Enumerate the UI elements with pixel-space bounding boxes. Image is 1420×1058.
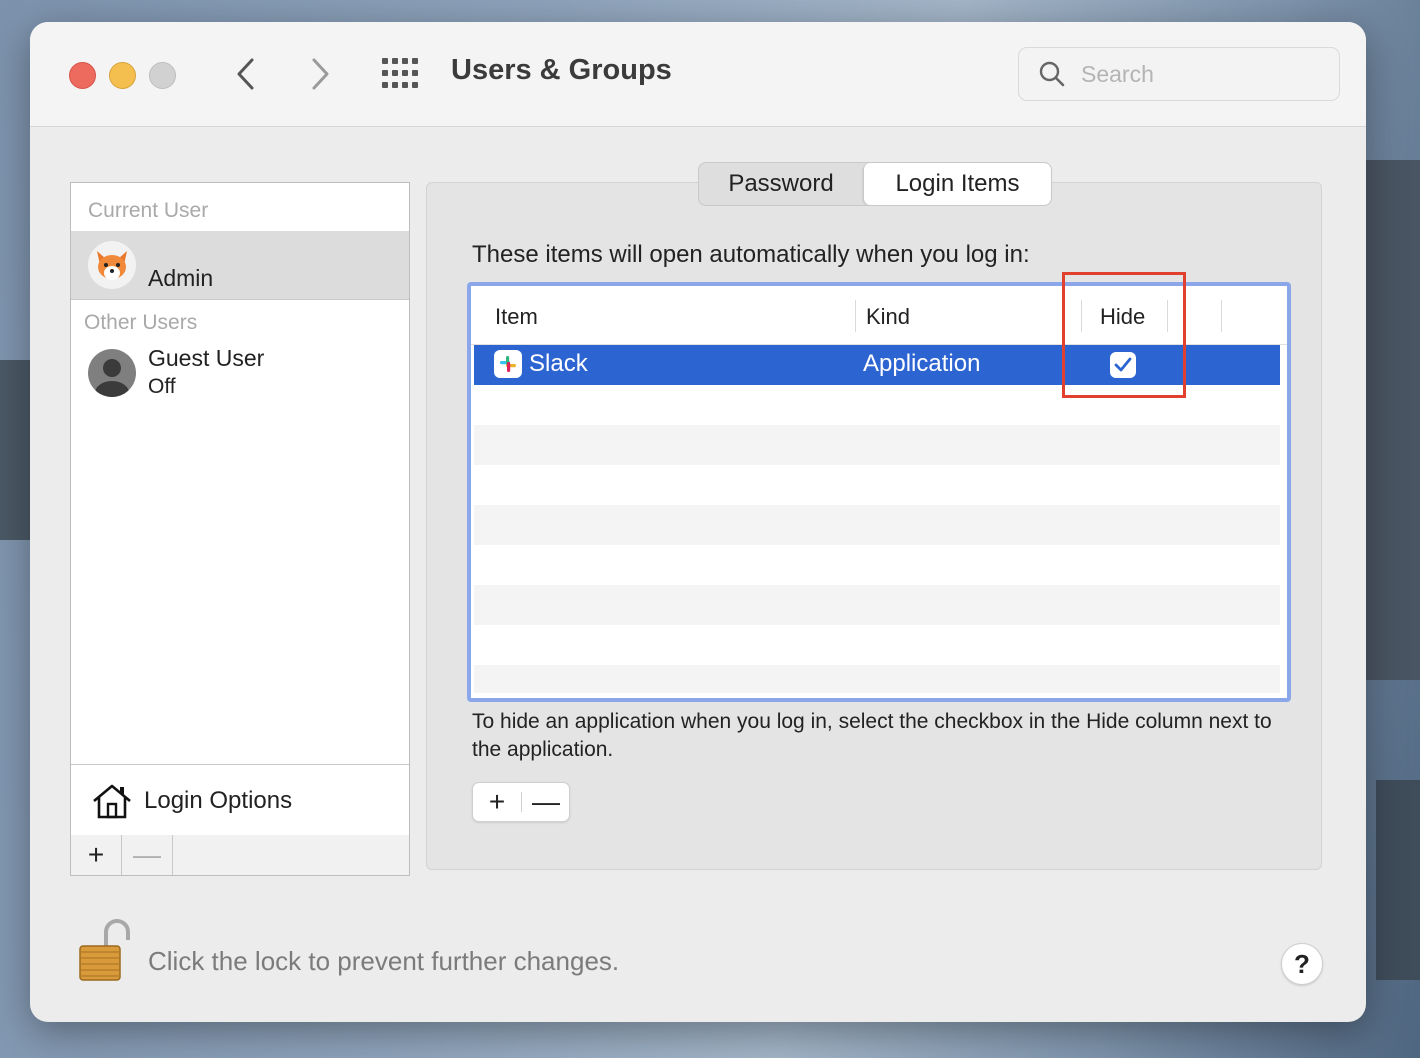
column-header-kind[interactable]: Kind (866, 304, 910, 330)
empty-row (474, 465, 1280, 505)
window-title: Users & Groups (451, 54, 672, 86)
grid-icon (382, 58, 418, 88)
chevron-left-icon (237, 58, 254, 90)
add-user-button[interactable]: + (71, 835, 122, 875)
login-items-help-text: To hide an application when you log in, … (472, 710, 1272, 761)
fox-avatar-icon (88, 241, 136, 289)
empty-row (474, 625, 1280, 665)
empty-row (474, 585, 1280, 625)
minimize-window-button[interactable] (109, 62, 136, 89)
user-name: Admin (148, 265, 214, 291)
column-header-item[interactable]: Item (495, 304, 538, 330)
search-input[interactable] (1079, 58, 1323, 90)
remove-user-button[interactable]: — (122, 835, 173, 875)
users-sidebar: Current User Admin Other Users Guest Use… (70, 182, 410, 876)
empty-row (474, 505, 1280, 545)
empty-row (474, 665, 1280, 693)
zoom-window-button[interactable] (149, 62, 176, 89)
user-avatar-icon (88, 349, 136, 397)
desktop-rock-left (0, 360, 30, 540)
search-field[interactable] (1018, 47, 1340, 101)
desktop-rock-right-low (1376, 780, 1420, 980)
column-separator (855, 300, 856, 332)
annotation-highlight-box (1062, 272, 1186, 398)
lock-button[interactable] (76, 918, 132, 989)
tab-login-items[interactable]: Login Items (863, 163, 1051, 205)
empty-row (474, 545, 1280, 585)
empty-row (474, 425, 1280, 465)
login-options-row[interactable]: Login Options (71, 764, 409, 836)
login-options-label: Login Options (144, 787, 293, 814)
column-separator (1221, 300, 1222, 332)
chevron-right-icon (312, 58, 329, 90)
item-name: Slack (529, 350, 588, 377)
search-icon (1039, 61, 1065, 87)
tab-password[interactable]: Password (699, 163, 863, 205)
slack-icon (494, 350, 522, 378)
toolbar: Users & Groups (30, 22, 1366, 127)
lock-status-text: Click the lock to prevent further change… (148, 946, 620, 976)
login-items-add-remove: + — (472, 782, 570, 822)
system-preferences-window: Users & Groups Current User (30, 22, 1366, 1022)
show-all-button[interactable] (382, 58, 418, 88)
user-row-admin[interactable]: Admin (71, 231, 409, 299)
house-icon (93, 784, 131, 819)
back-button[interactable] (226, 52, 266, 96)
current-user-header: Current User (88, 199, 209, 222)
close-window-button[interactable] (69, 62, 96, 89)
tab-control: Password Login Items (698, 162, 1052, 206)
user-row-guest[interactable]: Guest User Off (71, 339, 409, 409)
desktop-rock-right (1366, 160, 1420, 680)
user-status: Off (148, 375, 176, 398)
divider (71, 299, 409, 300)
item-kind: Application (863, 350, 981, 377)
help-button[interactable]: ? (1281, 943, 1323, 985)
login-items-intro: These items will open automatically when… (472, 241, 1030, 268)
unlocked-padlock-icon (79, 919, 130, 981)
user-name: Guest User (148, 345, 265, 371)
other-users-header: Other Users (84, 311, 198, 334)
remove-login-item-button[interactable]: — (522, 783, 570, 821)
sidebar-toolbar: + — (71, 835, 409, 875)
forward-button[interactable] (300, 52, 340, 96)
add-login-item-button[interactable]: + (473, 783, 521, 821)
